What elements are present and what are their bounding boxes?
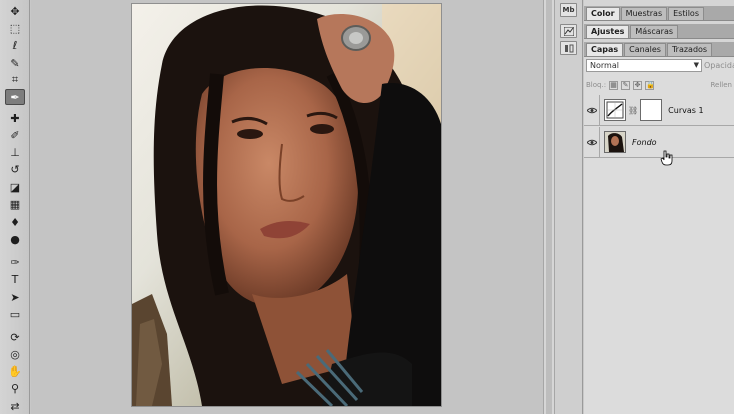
blend-mode-select[interactable]: Normal ▼ — [586, 59, 702, 72]
rectangle-shape-icon[interactable]: ▭ — [5, 306, 25, 322]
layer-row-curvas[interactable]: ⛓ Curvas 1 — [584, 94, 734, 126]
3d-orbit-icon[interactable]: ◎ — [5, 346, 25, 362]
canvas-workspace[interactable] — [31, 0, 543, 414]
eyedropper-icon[interactable]: ✒ — [5, 89, 25, 105]
layers-panel: Normal ▼ Opacida Bloq.: ▦ ✎ ✥ 🔒 Rellen ⛓… — [584, 57, 734, 414]
pen-icon[interactable]: ✑ — [5, 254, 25, 270]
tab-capas[interactable]: Capas — [586, 43, 624, 56]
canvas-vertical-scrollbar[interactable] — [543, 0, 555, 414]
path-selection-icon[interactable]: ➤ — [5, 289, 25, 305]
dodge-icon[interactable]: ● — [5, 231, 25, 247]
adjustments-panel-tabs: Ajustes Máscaras — [584, 24, 734, 39]
tab-trazados[interactable]: Trazados — [666, 43, 713, 56]
history-brush-icon[interactable]: ↺ — [5, 161, 25, 177]
layer-name: Curvas 1 — [668, 105, 704, 115]
tab-ajustes[interactable]: Ajustes — [586, 25, 630, 38]
eraser-icon[interactable]: ◪ — [5, 179, 25, 195]
adjustments-dock-icon[interactable] — [560, 24, 577, 38]
lock-row: Bloq.: ▦ ✎ ✥ 🔒 Rellen — [586, 79, 734, 91]
tab-canales[interactable]: Canales — [624, 43, 666, 56]
crop-icon[interactable]: ⌗ — [5, 72, 25, 88]
layers-panel-tabs: Capas Canales Trazados — [584, 42, 734, 57]
mini-bridge-button[interactable]: Mb — [560, 3, 577, 17]
lock-all-icon[interactable]: 🔒 — [645, 80, 655, 90]
lock-position-icon[interactable]: ✥ — [633, 80, 643, 90]
blend-mode-value: Normal — [590, 61, 619, 70]
lock-pixels-icon[interactable]: ✎ — [621, 80, 631, 90]
document-canvas[interactable] — [132, 4, 441, 406]
hand-icon[interactable]: ✋ — [5, 363, 25, 379]
background-layer-thumbnail[interactable] — [604, 131, 626, 153]
chevron-down-icon: ▼ — [693, 61, 699, 69]
rectangular-marquee-icon[interactable]: ⬚ — [5, 20, 25, 36]
lock-label: Bloq.: — [586, 81, 607, 89]
tools-panel: ✥ ⬚ ℓ ✎ ⌗ ✒ ✚ ✐ ⊥ ↺ ◪ ▦ ♦ ● ✑ T ➤ ▭ ⟳ ◎ ✋ ⚲ ⇄ — [0, 0, 30, 414]
fill-label: Rellen — [710, 81, 733, 89]
3d-rotate-icon[interactable]: ⟳ — [5, 329, 25, 345]
quick-selection-icon[interactable]: ✎ — [5, 55, 25, 71]
clone-stamp-icon[interactable]: ⊥ — [5, 144, 25, 160]
gradient-icon[interactable]: ▦ — [5, 196, 25, 212]
color-panel-tabs: Color Muestras Estilos — [584, 6, 734, 21]
scrollbar-thumb[interactable] — [546, 0, 552, 414]
layer-row-fondo[interactable]: Fondo — [584, 126, 734, 158]
portrait-photo — [132, 4, 441, 406]
visibility-eye-icon[interactable] — [584, 94, 600, 126]
right-panels: Color Muestras Estilos Ajustes Máscaras … — [584, 0, 734, 414]
move-icon[interactable]: ✥ — [5, 3, 25, 19]
tab-estilos[interactable]: Estilos — [668, 7, 704, 20]
tab-mascaras[interactable]: Máscaras — [630, 25, 679, 38]
blur-icon[interactable]: ♦ — [5, 214, 25, 230]
swap-colors-icon[interactable]: ⇄ — [5, 398, 25, 414]
visibility-eye-icon[interactable] — [584, 126, 600, 158]
curves-adjustment-icon[interactable] — [604, 99, 626, 121]
layer-name: Fondo — [632, 137, 657, 147]
brush-icon[interactable]: ✐ — [5, 127, 25, 143]
healing-brush-icon[interactable]: ✚ — [5, 110, 25, 126]
lasso-icon[interactable]: ℓ — [5, 37, 25, 53]
lock-transparency-icon[interactable]: ▦ — [609, 80, 619, 90]
history-dock-icon[interactable] — [560, 41, 577, 55]
tab-color[interactable]: Color — [586, 7, 620, 20]
mask-link-icon[interactable]: ⛓ — [628, 106, 638, 115]
tab-muestras[interactable]: Muestras — [620, 7, 668, 20]
panel-dock: Mb — [555, 0, 583, 414]
zoom-icon[interactable]: ⚲ — [5, 380, 25, 396]
type-icon[interactable]: T — [5, 271, 25, 287]
hand-cursor-icon — [660, 150, 673, 166]
layer-mask-thumbnail[interactable] — [640, 99, 663, 121]
opacity-label: Opacida — [704, 61, 734, 70]
